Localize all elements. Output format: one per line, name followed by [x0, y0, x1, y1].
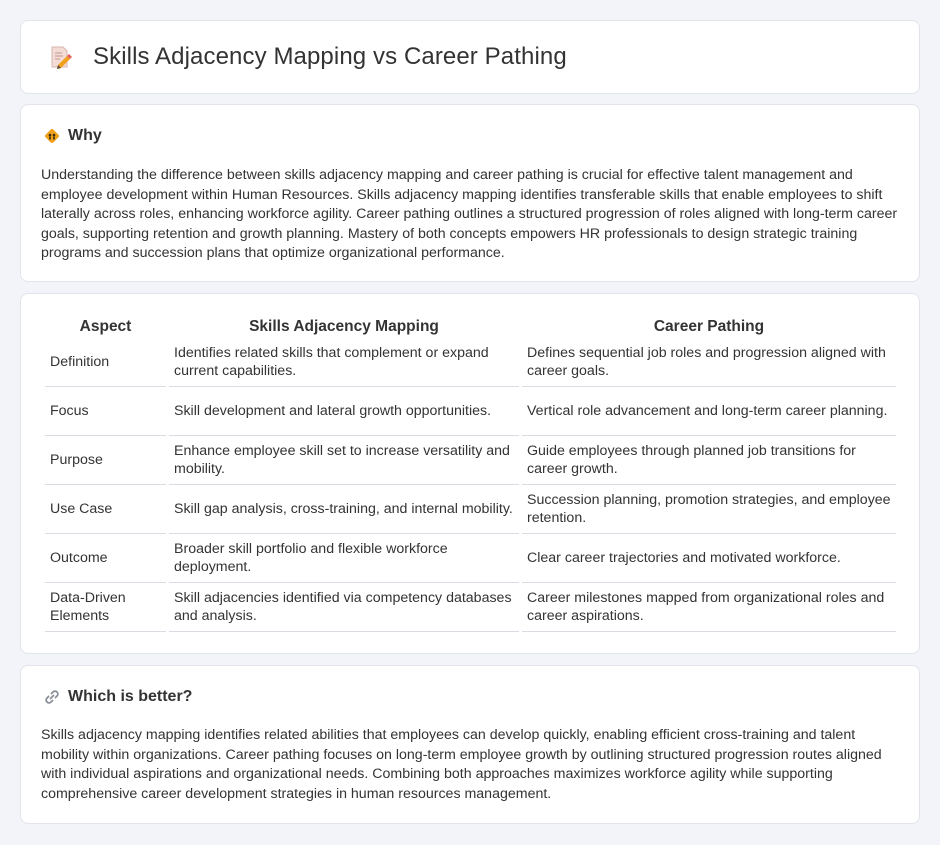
row-career-pathing: Succession planning, promotion strategie…	[522, 485, 896, 534]
row-skills-adjacency: Skill gap analysis, cross-training, and …	[169, 485, 519, 534]
table-row: Outcome Broader skill portfolio and flex…	[45, 534, 896, 583]
row-skills-adjacency: Skill development and lateral growth opp…	[169, 387, 519, 436]
header-career-pathing: Career Pathing	[653, 318, 765, 335]
row-career-pathing: Guide employees through planned job tran…	[522, 436, 896, 485]
diamond-sign-icon	[43, 127, 61, 145]
row-skills-adjacency: Skill adjacencies identified via compete…	[169, 583, 519, 632]
better-title: Which is better?	[68, 688, 193, 705]
table-row: Definition Identifies related skills tha…	[45, 338, 896, 387]
title-card: Skills Adjacency Mapping vs Career Pathi…	[20, 20, 920, 94]
row-career-pathing: Clear career trajectories and motivated …	[522, 534, 896, 583]
row-skills-adjacency: Identifies related skills that complemen…	[169, 338, 519, 387]
table-row: Purpose Enhance employee skill set to in…	[45, 436, 896, 485]
table-header-row: Aspect Skills Adjacency Mapping Career P…	[45, 316, 896, 338]
row-aspect: Focus	[45, 387, 166, 436]
table-row: Data-Driven Elements Skill adjacencies i…	[45, 583, 896, 632]
comparison-section: Aspect Skills Adjacency Mapping Career P…	[20, 293, 920, 654]
comparison-table: Aspect Skills Adjacency Mapping Career P…	[42, 316, 899, 632]
document-pencil-icon	[47, 44, 73, 70]
which-is-better-section: Which is better? Skills adjacency mappin…	[20, 665, 920, 824]
why-section: Why Understanding the difference between…	[20, 104, 920, 282]
link-icon	[43, 688, 61, 706]
row-career-pathing: Defines sequential job roles and progres…	[522, 338, 896, 387]
row-career-pathing: Vertical role advancement and long-term …	[522, 387, 896, 436]
row-aspect: Data-Driven Elements	[45, 583, 166, 632]
row-aspect: Outcome	[45, 534, 166, 583]
table-row: Use Case Skill gap analysis, cross-train…	[45, 485, 896, 534]
row-career-pathing: Career milestones mapped from organizati…	[522, 583, 896, 632]
row-skills-adjacency: Broader skill portfolio and flexible wor…	[169, 534, 519, 583]
why-title: Why	[68, 127, 102, 144]
table-row: Focus Skill development and lateral grow…	[45, 387, 896, 436]
why-body: Understanding the difference between ski…	[41, 167, 898, 261]
row-aspect: Use Case	[45, 485, 166, 534]
row-skills-adjacency: Enhance employee skill set to increase v…	[169, 436, 519, 485]
row-aspect: Definition	[45, 338, 166, 387]
header-aspect: Aspect	[79, 318, 132, 335]
page-title: Skills Adjacency Mapping vs Career Pathi…	[93, 43, 567, 70]
row-aspect: Purpose	[45, 436, 166, 485]
better-body: Skills adjacency mapping identifies rela…	[41, 727, 882, 802]
header-skills-adjacency: Skills Adjacency Mapping	[249, 318, 439, 335]
